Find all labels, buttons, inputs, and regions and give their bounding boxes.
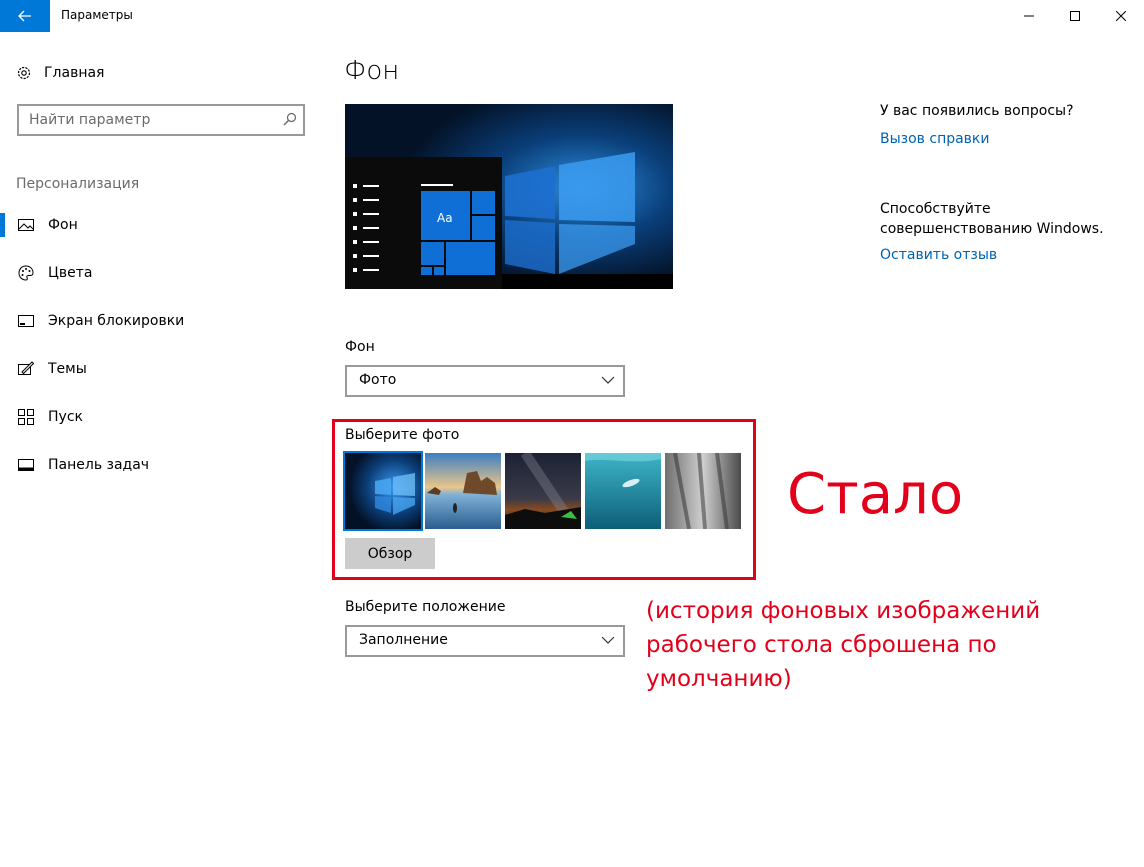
background-type-dropdown[interactable]: Фото xyxy=(345,365,625,397)
maximize-button[interactable] xyxy=(1052,0,1098,32)
window-title: Параметры xyxy=(61,8,133,22)
title-bar: Параметры xyxy=(0,0,1144,32)
sidebar-item-colors[interactable]: Цвета xyxy=(0,255,325,291)
sidebar-item-start[interactable]: Пуск xyxy=(0,399,325,435)
sidebar-section-label: Персонализация xyxy=(16,176,140,192)
rock-face-image xyxy=(665,453,741,529)
close-icon xyxy=(1116,11,1126,21)
photo-thumbnail-windows[interactable] xyxy=(343,451,423,531)
browse-button[interactable]: Обзор xyxy=(345,538,435,569)
taskbar-icon xyxy=(18,459,34,471)
annotation-note: (история фоновых изображений рабочего ст… xyxy=(646,598,1041,692)
dropdown-value: Заполнение xyxy=(359,632,448,648)
give-feedback-link[interactable]: Оставить отзыв xyxy=(880,247,997,263)
start-icon xyxy=(18,409,34,425)
minimize-button[interactable] xyxy=(1006,0,1052,32)
background-preview: Aa xyxy=(345,104,673,289)
chevron-down-icon xyxy=(601,636,615,644)
improve-windows-text: Способствуйте совершенствованию Windows. xyxy=(880,201,1104,237)
sidebar-item-label: Темы xyxy=(48,361,87,377)
minimize-icon xyxy=(1024,15,1034,17)
photo-thumbnail-rock[interactable] xyxy=(665,453,741,529)
chevron-down-icon xyxy=(601,376,615,384)
sidebar-item-label: Пуск xyxy=(48,409,83,425)
sidebar-item-label: Экран блокировки xyxy=(48,313,185,329)
sidebar-item-themes[interactable]: Темы xyxy=(0,351,325,387)
sidebar-item-taskbar[interactable]: Панель задач xyxy=(0,447,325,483)
position-label: Выберите положение xyxy=(345,599,506,615)
annotation-title: Стало xyxy=(787,462,964,527)
sidebar-item-label: Цвета xyxy=(48,265,93,281)
sidebar-item-background[interactable]: Фон xyxy=(0,207,325,243)
help-question: У вас появились вопросы? xyxy=(880,103,1074,119)
lock-screen-icon xyxy=(18,315,34,327)
background-type-label: Фон xyxy=(345,339,375,355)
preview-tile-text: Aa xyxy=(437,211,453,225)
palette-icon xyxy=(18,265,34,281)
active-indicator xyxy=(0,213,5,237)
back-button[interactable] xyxy=(0,0,50,32)
photo-thumbnail-night-sky[interactable] xyxy=(505,453,581,529)
close-button[interactable] xyxy=(1098,0,1144,32)
maximize-icon xyxy=(1070,11,1080,21)
choose-photo-label: Выберите фото xyxy=(345,427,460,443)
sidebar-item-label: Панель задач xyxy=(48,457,150,473)
themes-icon xyxy=(18,361,34,375)
sidebar-item-lock-screen[interactable]: Экран блокировки xyxy=(0,303,325,339)
search-input[interactable] xyxy=(19,106,269,134)
search-box[interactable] xyxy=(17,104,305,136)
sidebar-home-label: Главная xyxy=(44,65,105,81)
underwater-image xyxy=(585,453,661,529)
windows-wallpaper-image xyxy=(345,453,421,529)
page-title: Фон xyxy=(344,56,400,86)
position-dropdown[interactable]: Заполнение xyxy=(345,625,625,657)
sidebar: Главная Персонализация Фон Цвета Экран б… xyxy=(0,32,325,867)
photo-thumbnail-underwater[interactable] xyxy=(585,453,661,529)
beach-rocks-image xyxy=(425,453,501,529)
search-icon[interactable] xyxy=(283,112,297,126)
gear-icon xyxy=(17,66,31,80)
dropdown-value: Фото xyxy=(359,372,397,388)
photo-thumbnail-beach[interactable] xyxy=(425,453,501,529)
sidebar-item-label: Фон xyxy=(48,217,78,233)
picture-icon xyxy=(18,219,34,231)
sidebar-home[interactable]: Главная xyxy=(16,62,104,84)
get-help-link[interactable]: Вызов справки xyxy=(880,131,990,147)
back-arrow-icon xyxy=(18,10,31,22)
night-sky-image xyxy=(505,453,581,529)
desktop-preview-image: Aa xyxy=(345,104,673,289)
